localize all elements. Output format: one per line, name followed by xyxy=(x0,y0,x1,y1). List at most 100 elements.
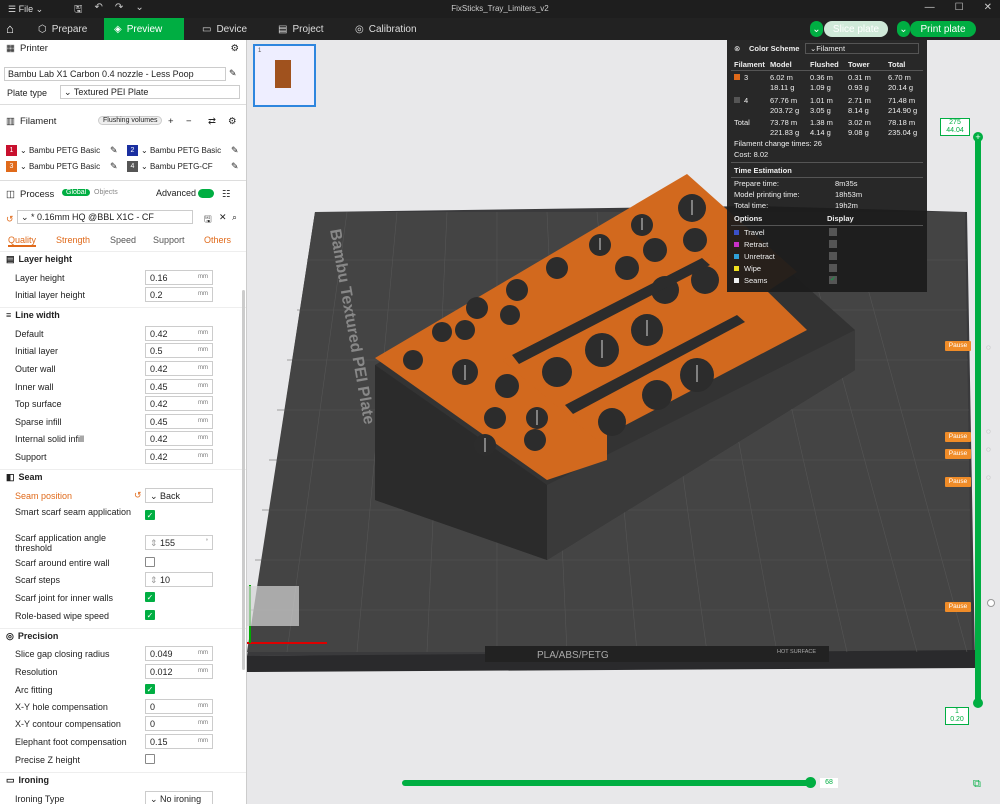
layer-slider[interactable] xyxy=(975,137,981,703)
save-icon[interactable]: 🖫 xyxy=(74,2,83,19)
lw-sparse-input[interactable]: 0.45 mm xyxy=(145,414,213,429)
seams-display-checkbox[interactable]: ✓ xyxy=(829,276,837,284)
color-scheme-select[interactable]: ⌄ Filament xyxy=(805,43,919,54)
lw-internal-input[interactable]: 0.42 mm xyxy=(145,431,213,446)
ironing-type-select[interactable]: ⌄ No ironing xyxy=(145,791,213,804)
pause-dot-icon[interactable]: ◌ xyxy=(986,445,991,454)
tab-others[interactable]: Others xyxy=(204,235,231,245)
redo-icon[interactable]: ↷ xyxy=(115,2,123,19)
minimize-icon[interactable]: — xyxy=(925,2,935,13)
filament-slot-2[interactable]: 2 ⌄ Bambu PETG Basic ✎ xyxy=(125,143,243,158)
filament-color-swatch[interactable]: 2 xyxy=(127,145,138,156)
process-preset-select[interactable]: ⌄ * 0.16mm HQ @BBL X1C - CF xyxy=(17,210,193,224)
print-dropdown-icon[interactable]: ⌄ xyxy=(897,21,910,37)
gear-icon[interactable]: ⚙ xyxy=(230,43,239,54)
reset-icon[interactable]: ↺ xyxy=(134,490,142,501)
scarf-steps-input[interactable]: ⇕ 10 xyxy=(145,572,213,587)
initial-layer-height-input[interactable]: 0.2 mm xyxy=(145,287,213,302)
lw-top-input[interactable]: 0.42 mm xyxy=(145,396,213,411)
resolution-input[interactable]: 0.012 mm xyxy=(145,664,213,679)
layer-height-input[interactable]: 0.16 mm xyxy=(145,270,213,285)
tab-calibration[interactable]: ◎ Calibration xyxy=(345,18,427,40)
edit-icon[interactable]: ✎ xyxy=(110,161,118,172)
scarf-angle-input[interactable]: ⇕ 155 ° xyxy=(145,535,213,550)
gear-icon[interactable]: ⚙ xyxy=(228,116,237,127)
chevron-down-icon[interactable]: ⌄ xyxy=(135,2,143,19)
print-plate-button[interactable]: Print plate xyxy=(910,21,976,37)
flushing-volumes-button[interactable]: Flushing volumes xyxy=(98,116,163,125)
bottom-layer-handle[interactable] xyxy=(973,698,983,708)
tab-preview[interactable]: ◈ Preview xyxy=(104,18,184,40)
search-icon[interactable]: ⌕ xyxy=(232,212,237,223)
tab-speed[interactable]: Speed xyxy=(110,235,136,245)
pause-marker[interactable]: Pause xyxy=(945,341,971,352)
pause-marker[interactable]: Pause xyxy=(945,431,971,442)
current-layer-dot[interactable] xyxy=(987,599,995,607)
scarf-entire-checkbox[interactable] xyxy=(145,557,155,567)
move-slider[interactable] xyxy=(402,780,812,786)
sync-icon[interactable]: ⇄ xyxy=(208,116,216,127)
filament-color-swatch[interactable]: 1 xyxy=(6,145,17,156)
collapse-icon[interactable]: ⊗ xyxy=(734,44,740,53)
xy-contour-input[interactable]: 0 mm xyxy=(145,716,213,731)
smart-scarf-checkbox[interactable]: ✓ xyxy=(145,510,155,520)
slice-plate-button[interactable]: Slice plate xyxy=(824,21,888,37)
objects-toggle[interactable]: Objects xyxy=(94,189,118,196)
home-icon[interactable]: ⌂ xyxy=(6,21,14,36)
pause-marker[interactable]: Pause xyxy=(945,477,971,488)
filament-color-swatch[interactable]: 4 xyxy=(127,161,138,172)
navigation-cube[interactable] xyxy=(247,586,299,626)
lw-support-input[interactable]: 0.42 mm xyxy=(145,449,213,464)
printer-select[interactable]: Bambu Lab X1 Carbon 0.4 nozzle - Less Po… xyxy=(4,67,226,81)
plate-type-select[interactable]: ⌄ Textured PEI Plate xyxy=(60,85,240,99)
save-icon[interactable]: 🖫 xyxy=(204,212,212,228)
close-icon[interactable]: ✕ xyxy=(219,212,227,223)
seam-position-select[interactable]: ⌄ Back xyxy=(145,488,213,503)
tab-device[interactable]: ▭ Device xyxy=(192,18,257,40)
travel-display-checkbox[interactable] xyxy=(829,228,837,236)
undo-icon[interactable]: ↶ xyxy=(95,2,103,19)
unretract-display-checkbox[interactable] xyxy=(829,252,837,260)
move-slider-handle[interactable] xyxy=(805,777,816,788)
close-icon[interactable]: ✕ xyxy=(984,2,992,13)
remove-icon[interactable]: − xyxy=(186,116,192,127)
maximize-icon[interactable]: ☐ xyxy=(955,2,964,13)
scarf-inner-checkbox[interactable]: ✓ xyxy=(145,592,155,602)
filament-slot-1[interactable]: 1 ⌄ Bambu PETG Basic ✎ xyxy=(4,143,122,158)
advanced-toggle[interactable] xyxy=(198,189,214,198)
pause-dot-icon[interactable]: ◌ xyxy=(986,343,991,352)
pause-dot-icon[interactable]: ◌ xyxy=(986,427,991,436)
edit-icon[interactable]: ✎ xyxy=(231,145,239,156)
arc-fitting-checkbox[interactable]: ✓ xyxy=(145,684,155,694)
settings-scrollbar[interactable] xyxy=(242,290,245,670)
retract-display-checkbox[interactable] xyxy=(829,240,837,248)
tab-project[interactable]: ▤ Project xyxy=(268,18,334,40)
pause-marker[interactable]: Pause xyxy=(945,448,971,459)
edit-icon[interactable]: ✎ xyxy=(231,161,239,172)
top-layer-handle[interactable]: + xyxy=(973,132,983,142)
pause-dot-icon[interactable]: ◌ xyxy=(986,473,991,482)
lw-outer-input[interactable]: 0.42 mm xyxy=(145,361,213,376)
reset-icon[interactable]: ↺ xyxy=(6,214,14,225)
lw-initial-input[interactable]: 0.5 mm xyxy=(145,343,213,358)
role-wipe-checkbox[interactable]: ✓ xyxy=(145,610,155,620)
layers-toggle-icon[interactable]: ⧉ xyxy=(973,778,981,791)
tab-support[interactable]: Support xyxy=(153,235,185,245)
edit-icon[interactable]: ✎ xyxy=(110,145,118,156)
pause-marker[interactable]: Pause xyxy=(945,601,971,612)
elephant-foot-input[interactable]: 0.15 mm xyxy=(145,734,213,749)
xy-hole-input[interactable]: 0 mm xyxy=(145,699,213,714)
file-menu[interactable]: ☰ File ⌄ xyxy=(8,4,43,15)
tab-quality[interactable]: Quality xyxy=(8,235,37,247)
slice-gap-input[interactable]: 0.049 mm xyxy=(145,646,213,661)
tab-strength[interactable]: Strength xyxy=(56,235,90,245)
filament-color-swatch[interactable]: 3 xyxy=(6,161,17,172)
add-icon[interactable]: + xyxy=(168,116,174,127)
tab-prepare[interactable]: ⬡ Prepare xyxy=(28,18,97,40)
wipe-display-checkbox[interactable] xyxy=(829,264,837,272)
lw-default-input[interactable]: 0.42 mm xyxy=(145,326,213,341)
slice-dropdown-icon[interactable]: ⌄ xyxy=(810,21,823,37)
global-toggle[interactable]: Global xyxy=(62,189,91,196)
list-icon[interactable]: ☷ xyxy=(222,189,231,200)
filament-slot-4[interactable]: 4 ⌄ Bambu PETG-CF ✎ xyxy=(125,159,243,174)
